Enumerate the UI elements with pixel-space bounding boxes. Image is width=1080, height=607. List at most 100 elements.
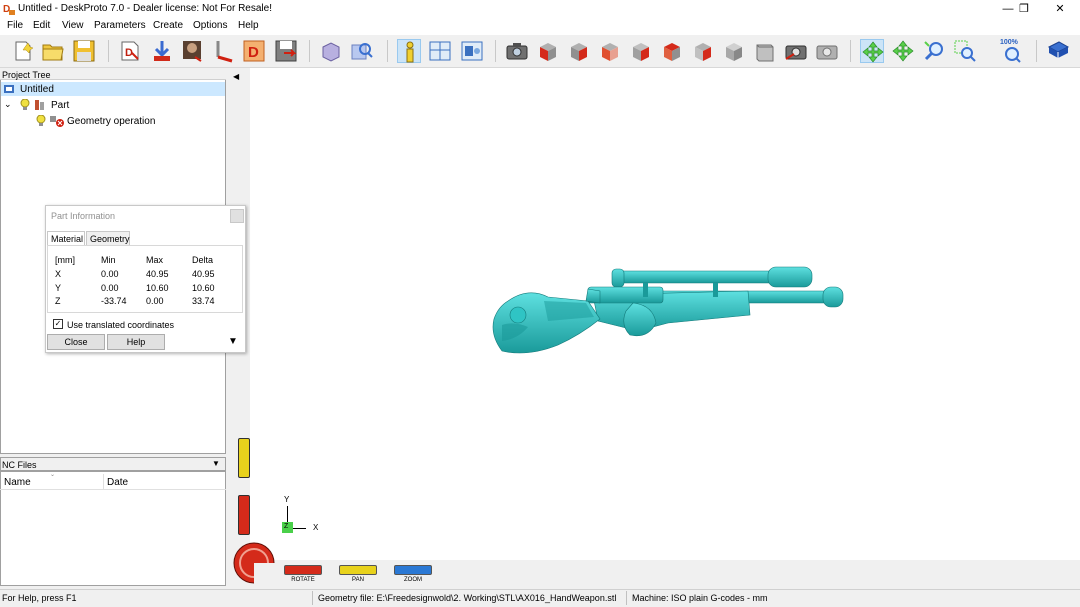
snapshot-icon[interactable] <box>784 39 808 63</box>
axis-x-label: X <box>313 523 319 532</box>
menu-file[interactable]: File <box>7 20 23 31</box>
pan-control-button[interactable] <box>339 565 377 575</box>
menu-view[interactable]: View <box>62 20 84 31</box>
view-left-icon[interactable] <box>598 39 622 63</box>
checkbox-label: Use translated coordinates <box>67 320 175 330</box>
table-cell: 40.95 <box>192 269 215 279</box>
drawing-icon[interactable]: D <box>242 39 266 63</box>
pan-slider[interactable] <box>238 438 250 478</box>
table-cell: 0.00 <box>101 269 119 279</box>
collapse-arrow-icon[interactable]: ◀ <box>233 72 239 81</box>
save-icon[interactable] <box>72 39 96 63</box>
3d-model-weapon[interactable] <box>488 265 848 368</box>
table-header: Min <box>101 255 116 265</box>
info-icon[interactable] <box>397 39 421 63</box>
view-front-icon[interactable] <box>536 39 560 63</box>
table-header: Max <box>146 255 164 265</box>
dialog-close-icon[interactable] <box>230 209 244 223</box>
menu-create[interactable]: Create <box>153 20 183 31</box>
nc-files-title: NC Files <box>2 460 37 470</box>
tree-item-label[interactable]: Part <box>51 100 69 111</box>
view-toggle-icon[interactable] <box>460 39 484 63</box>
table-cell: 10.60 <box>192 283 215 293</box>
rotate-dial-icon[interactable] <box>232 541 276 588</box>
lightbulb-icon[interactable] <box>20 98 30 114</box>
table-cell: 10.60 <box>146 283 169 293</box>
menu-help[interactable]: Help <box>238 20 259 31</box>
expand-arrow-icon[interactable]: ▼ <box>228 336 238 347</box>
translated-coords-checkbox[interactable]: ✓ <box>53 319 63 329</box>
table-cell: 33.74 <box>192 296 215 306</box>
table-cell: Y <box>55 283 62 293</box>
view-back-icon[interactable] <box>567 39 591 63</box>
table-cell: -33.74 <box>101 296 127 306</box>
view-top-icon[interactable] <box>660 39 684 63</box>
camera-icon[interactable] <box>505 39 529 63</box>
table-cell: 40.95 <box>146 269 169 279</box>
view-iso-icon[interactable] <box>722 39 746 63</box>
close-button-dialog[interactable]: Close <box>47 334 105 350</box>
zoom-label: ZOOM <box>404 577 422 583</box>
lightbulb-icon[interactable] <box>36 114 46 130</box>
part-icon <box>33 98 47 115</box>
tab-geometry-label: Geometry <box>90 234 130 244</box>
dropdown-arrow-icon[interactable]: ▼ <box>212 459 220 468</box>
view-right-icon[interactable] <box>629 39 653 63</box>
close-button[interactable]: ✕ <box>1044 0 1076 18</box>
menu-edit[interactable]: Edit <box>33 20 50 31</box>
rotate-label: ROTATE <box>291 577 315 583</box>
help-button[interactable]: Help <box>107 334 165 350</box>
rotate-slider[interactable] <box>238 495 250 535</box>
table-cell: Z <box>55 296 61 306</box>
box-icon[interactable] <box>319 39 343 63</box>
view-cube-icon[interactable] <box>753 39 777 63</box>
snapshot-gray-icon[interactable] <box>815 39 839 63</box>
title-bar: D Untitled - DeskProto 7.0 - Dealer lice… <box>0 0 1080 18</box>
zoom-window-icon[interactable] <box>953 39 977 63</box>
new-icon[interactable] <box>11 39 35 63</box>
rotate-tool-icon[interactable] <box>860 39 884 63</box>
table-cell: 0.00 <box>101 283 119 293</box>
table-header: Delta <box>192 255 214 265</box>
layout-icon[interactable] <box>428 39 452 63</box>
project-tree-title: Project Tree <box>2 70 51 80</box>
menu-options[interactable]: Options <box>193 20 227 31</box>
vector-icon[interactable] <box>212 39 236 63</box>
find-icon[interactable] <box>350 39 374 63</box>
zoom-control-button[interactable] <box>394 565 432 575</box>
tree-item-label[interactable]: Geometry operation <box>67 116 155 127</box>
view-bottom-icon[interactable] <box>691 39 715 63</box>
move-part-icon[interactable] <box>150 39 174 63</box>
pan-tool-icon[interactable] <box>891 39 915 63</box>
open-icon[interactable] <box>41 39 65 63</box>
bitmap-icon[interactable] <box>181 39 205 63</box>
rotate-control-button[interactable] <box>284 565 322 575</box>
status-machine: Machine: ISO plain G-codes - mm <box>632 593 768 603</box>
import-geometry-icon[interactable]: D <box>118 39 142 63</box>
axis-z-label: Z <box>284 523 289 530</box>
column-date[interactable]: Date <box>107 477 128 488</box>
svg-text:D: D <box>125 47 133 59</box>
book-icon[interactable] <box>1046 39 1070 63</box>
zoom-tool-icon[interactable] <box>922 39 946 63</box>
geometry-operation-icon <box>49 114 65 131</box>
column-divider[interactable] <box>103 474 104 490</box>
svg-text:D: D <box>248 44 259 61</box>
tree-item-label: Untitled <box>20 84 54 95</box>
table-cell: 0.00 <box>146 296 164 306</box>
table-header: [mm] <box>55 255 75 265</box>
table-cell: X <box>55 269 62 279</box>
chevron-down-icon[interactable]: ⌄ <box>4 99 12 110</box>
save-nc-icon[interactable] <box>274 39 298 63</box>
zoom-100-label: 100% <box>1000 39 1018 46</box>
dialog-title: Part Information <box>51 211 116 221</box>
window-title: Untitled - DeskProto 7.0 - Dealer licens… <box>18 3 272 14</box>
menu-parameters[interactable]: Parameters <box>94 20 146 31</box>
axis-y-label: Y <box>284 495 290 504</box>
restore-button[interactable]: ❐ <box>1008 0 1040 18</box>
pan-label: PAN <box>352 577 364 583</box>
status-geometry-file: Geometry file: E:\Freedesignwold\2. Work… <box>318 593 617 603</box>
tab-material-label: Material <box>51 234 84 244</box>
column-name[interactable]: Name <box>4 477 31 488</box>
status-help: For Help, press F1 <box>2 593 77 603</box>
